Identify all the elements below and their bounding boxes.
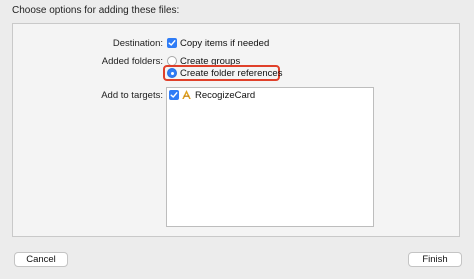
checkmark-icon: [168, 40, 176, 46]
copy-items-checkbox[interactable]: [167, 38, 177, 48]
dialog-title: Choose options for adding these files:: [12, 5, 180, 16]
add-to-targets-label: Add to targets:: [101, 90, 163, 101]
target-name: RecogizeCard: [195, 90, 256, 101]
destination-label: Destination:: [112, 38, 163, 49]
create-folder-references-radio[interactable]: [167, 68, 177, 78]
finish-button[interactable]: Finish: [408, 252, 462, 267]
copy-items-label[interactable]: Copy items if needed: [180, 38, 269, 49]
cancel-button[interactable]: Cancel: [14, 252, 68, 267]
create-folder-references-label[interactable]: Create folder references: [180, 68, 282, 79]
added-folders-label: Added folders:: [101, 56, 163, 67]
targets-list[interactable]: [166, 87, 374, 227]
checkmark-icon: [170, 92, 178, 98]
app-target-icon: [182, 90, 191, 99]
target-checkbox[interactable]: [169, 90, 179, 100]
